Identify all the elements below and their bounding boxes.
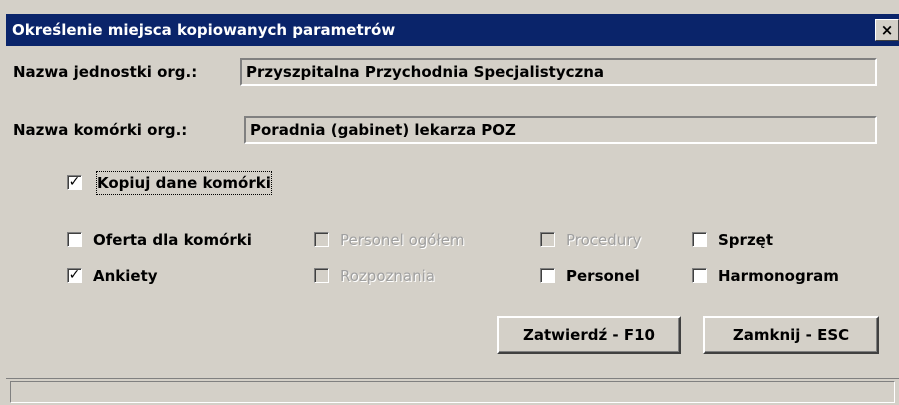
checkbox-box[interactable]: ✓	[67, 174, 82, 190]
unit-name-label: Nazwa jednostki org.:	[13, 63, 198, 81]
unit-name-field[interactable]: Przyszpitalna Przychodnia Specjalistyczn…	[240, 58, 877, 86]
cell-name-field[interactable]: Poradnia (gabinet) lekarza POZ	[244, 116, 877, 144]
procedures-checkbox: Procedury	[540, 229, 680, 251]
checkbox-box[interactable]	[540, 268, 555, 283]
checkbox-box[interactable]	[692, 268, 707, 283]
status-bar	[6, 378, 899, 405]
diagnoses-checkbox: Rozpoznania	[314, 265, 514, 287]
copy-cell-checkbox[interactable]: ✓ Kopiuj dane komórki	[67, 171, 307, 195]
close-icon: ×	[880, 21, 894, 39]
diagnoses-label: Rozpoznania	[340, 267, 435, 285]
offer-label: Oferta dla komórki	[93, 231, 252, 249]
schedule-checkbox[interactable]: Harmonogram	[692, 265, 882, 287]
checkbox-box[interactable]	[692, 232, 707, 247]
staff-label: Personel	[566, 267, 640, 285]
cell-name-label: Nazwa komórki org.:	[13, 121, 188, 139]
checkbox-box	[314, 232, 329, 247]
title-bar[interactable]: Określenie miejsca kopiowanych parametró…	[6, 14, 899, 46]
offer-checkbox[interactable]: Oferta dla komórki	[67, 229, 287, 251]
staff-total-label: Personel ogółem	[340, 231, 465, 249]
checkbox-box[interactable]	[67, 232, 82, 247]
close-esc-button[interactable]: Zamknij - ESC	[703, 316, 879, 354]
equipment-label: Sprzęt	[718, 231, 774, 249]
procedures-label: Procedury	[566, 231, 642, 249]
surveys-checkbox[interactable]: ✓ Ankiety	[67, 265, 267, 287]
confirm-button[interactable]: Zatwierdź - F10	[497, 316, 681, 354]
staff-checkbox[interactable]: Personel	[540, 265, 680, 287]
surveys-label: Ankiety	[93, 267, 158, 285]
check-icon: ✓	[68, 267, 81, 283]
checkbox-box	[314, 268, 329, 283]
schedule-label: Harmonogram	[718, 267, 839, 285]
checkbox-box	[540, 232, 555, 247]
checkbox-box[interactable]: ✓	[67, 267, 82, 283]
staff-total-checkbox: Personel ogółem	[314, 229, 514, 251]
equipment-checkbox[interactable]: Sprzęt	[692, 229, 812, 251]
dialog-window: Określenie miejsca kopiowanych parametró…	[0, 0, 899, 405]
copy-cell-label: Kopiuj dane komórki	[96, 171, 272, 195]
check-icon: ✓	[68, 174, 81, 190]
status-panel	[10, 381, 895, 403]
close-button[interactable]: ×	[875, 19, 899, 41]
window-title: Określenie miejsca kopiowanych parametró…	[12, 21, 396, 39]
